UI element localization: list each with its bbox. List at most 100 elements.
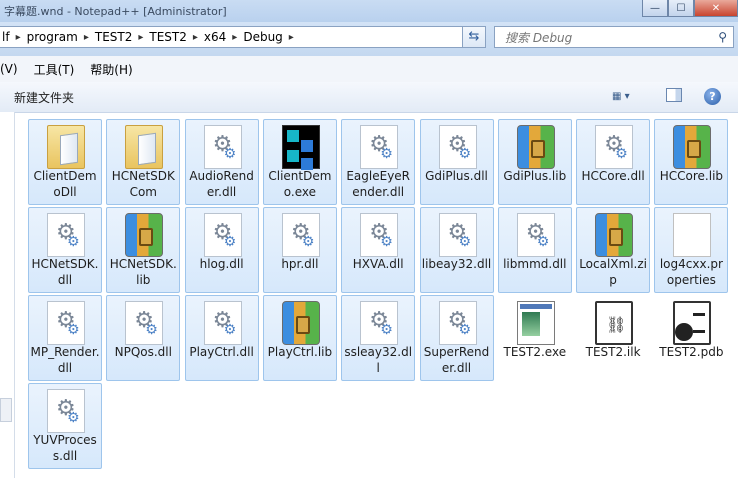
lib-icon bbox=[516, 125, 555, 169]
help-icon[interactable]: ? bbox=[704, 88, 721, 105]
file-item[interactable]: GdiPlus.dll bbox=[419, 119, 494, 205]
menu-tools[interactable]: 工具(T) bbox=[26, 61, 83, 78]
file-name: LocalXml.zip bbox=[579, 257, 647, 287]
file-item[interactable]: HCNetSDK.lib bbox=[106, 207, 181, 293]
address-bar[interactable]: lf ▸ program ▸ TEST2 ▸ TEST2 ▸ x64 ▸ Deb… bbox=[0, 26, 486, 48]
file-name: PlayCtrl.lib bbox=[267, 345, 333, 359]
file-item[interactable]: log4cxx.properties bbox=[654, 207, 729, 293]
file-name: ssleay32.dll bbox=[344, 345, 413, 375]
file-item[interactable]: ssleay32.dll bbox=[341, 295, 416, 381]
change-view-icon[interactable]: ▦ ▾ bbox=[612, 88, 648, 106]
lib-icon bbox=[125, 213, 164, 257]
minimize-button[interactable]: — bbox=[642, 0, 668, 17]
file-item[interactable]: hlog.dll bbox=[184, 207, 259, 293]
file-name: libmmd.dll bbox=[503, 257, 567, 271]
preview-pane-icon[interactable] bbox=[666, 88, 682, 102]
file-item[interactable]: PlayCtrl.dll bbox=[184, 295, 259, 381]
chevron-right-icon[interactable]: ▸ bbox=[135, 32, 146, 43]
file-item[interactable]: TEST2.exe bbox=[498, 295, 572, 381]
file-name: log4cxx.properties bbox=[659, 257, 723, 287]
exe-icon bbox=[281, 125, 320, 169]
file-item[interactable]: HCCore.dll bbox=[576, 119, 651, 205]
dll-icon bbox=[203, 213, 242, 257]
file-list: ClientDemoDll HCNetSDKCom AudioRender.dll C… bbox=[15, 112, 738, 478]
file-name: PlayCtrl.dll bbox=[189, 345, 254, 359]
refresh-button[interactable]: ⇆ bbox=[462, 26, 486, 48]
chevron-right-icon[interactable]: ▸ bbox=[229, 32, 240, 43]
file-name: HCCore.dll bbox=[581, 169, 645, 183]
chevron-right-icon[interactable]: ▸ bbox=[81, 32, 92, 43]
search-box[interactable]: ⚲ bbox=[494, 26, 734, 48]
file-name: GdiPlus.lib bbox=[503, 169, 567, 183]
file-name: YUVProcess.dll bbox=[33, 433, 97, 463]
file-item[interactable]: hpr.dll bbox=[262, 207, 337, 293]
breadcrumb-debug[interactable]: Debug bbox=[240, 30, 285, 44]
breadcrumb-test2-sub[interactable]: TEST2 bbox=[146, 30, 190, 44]
breadcrumb-x64[interactable]: x64 bbox=[201, 30, 229, 44]
file-item[interactable]: ClientDemoDll bbox=[28, 119, 102, 205]
chevron-right-icon[interactable]: ▸ bbox=[13, 32, 24, 43]
file-name: HXVA.dll bbox=[352, 257, 404, 271]
file-item[interactable]: AudioRender.dll bbox=[184, 119, 259, 205]
ilk-icon bbox=[595, 301, 634, 345]
file-item[interactable]: NPQos.dll bbox=[106, 295, 181, 381]
file-item[interactable]: SuperRender.dll bbox=[419, 295, 494, 381]
menu-help[interactable]: 帮助(H) bbox=[82, 61, 140, 78]
file-item[interactable]: LocalXml.zip bbox=[576, 207, 651, 293]
chevron-right-icon[interactable]: ▸ bbox=[190, 32, 201, 43]
dll-icon bbox=[438, 213, 477, 257]
file-item[interactable]: TEST2.pdb bbox=[654, 295, 728, 381]
lib-icon bbox=[673, 125, 712, 169]
menu-bar: (V) 工具(T) 帮助(H) bbox=[0, 56, 738, 83]
file-item[interactable]: EagleEyeRender.dll bbox=[341, 119, 416, 205]
file-item[interactable]: HCCore.lib bbox=[654, 119, 729, 205]
dll-icon bbox=[595, 125, 634, 169]
file-name: TEST2.pdb bbox=[659, 345, 724, 359]
new-folder-button[interactable]: 新建文件夹 bbox=[14, 89, 74, 106]
maximize-button[interactable]: ☐ bbox=[668, 0, 694, 17]
file-item[interactable]: TEST2.ilk bbox=[576, 295, 650, 381]
dll-icon bbox=[281, 213, 320, 257]
dll-icon bbox=[360, 213, 399, 257]
dll-icon bbox=[47, 301, 85, 345]
file-name: NPQos.dll bbox=[114, 345, 172, 359]
chevron-right-icon[interactable]: ▸ bbox=[286, 32, 297, 43]
file-name: AudioRender.dll bbox=[189, 169, 254, 199]
command-bar: 新建文件夹 ▦ ▾ ? bbox=[0, 82, 738, 113]
file-item[interactable]: YUVProcess.dll bbox=[28, 383, 102, 469]
search-icon[interactable]: ⚲ bbox=[718, 30, 727, 44]
menu-view[interactable]: (V) bbox=[0, 62, 26, 76]
navigation-pane bbox=[0, 112, 15, 478]
file-name: EagleEyeRender.dll bbox=[346, 169, 411, 199]
dll-icon bbox=[360, 301, 399, 345]
dll-icon bbox=[47, 213, 85, 257]
search-input[interactable] bbox=[503, 28, 707, 48]
lib-icon bbox=[595, 213, 634, 257]
file-name: TEST2.ilk bbox=[585, 345, 641, 359]
navigation-scrollbar[interactable] bbox=[0, 398, 12, 422]
close-button[interactable]: ✕ bbox=[694, 0, 738, 17]
file-item[interactable]: HXVA.dll bbox=[341, 207, 416, 293]
dll-icon bbox=[125, 301, 164, 345]
file-item[interactable]: PlayCtrl.lib bbox=[262, 295, 337, 381]
properties-icon bbox=[673, 213, 712, 257]
file-name: TEST2.exe bbox=[503, 345, 567, 359]
pdb-icon bbox=[673, 301, 712, 345]
breadcrumb-lf[interactable]: lf bbox=[0, 30, 13, 44]
file-item[interactable]: ClientDemo.exe bbox=[262, 119, 337, 205]
file-name: ClientDemo.exe bbox=[268, 169, 332, 199]
file-item[interactable]: libeay32.dll bbox=[419, 207, 494, 293]
file-item[interactable]: MP_Render.dll bbox=[28, 295, 102, 381]
folder-icon bbox=[47, 125, 85, 169]
file-item[interactable]: HCNetSDK.dll bbox=[28, 207, 102, 293]
title-bar: 字幕题.wnd - Notepad++ [Administrator] — ☐ … bbox=[0, 0, 738, 22]
breadcrumb-program[interactable]: program bbox=[24, 30, 81, 44]
file-name: HCNetSDKCom bbox=[111, 169, 175, 199]
file-item[interactable]: libmmd.dll bbox=[497, 207, 572, 293]
file-item[interactable]: GdiPlus.lib bbox=[497, 119, 572, 205]
file-name: HCNetSDK.lib bbox=[109, 257, 177, 287]
file-name: HCNetSDK.dll bbox=[31, 257, 99, 287]
dll-icon bbox=[438, 301, 477, 345]
breadcrumb-test2[interactable]: TEST2 bbox=[92, 30, 136, 44]
file-item[interactable]: HCNetSDKCom bbox=[106, 119, 181, 205]
